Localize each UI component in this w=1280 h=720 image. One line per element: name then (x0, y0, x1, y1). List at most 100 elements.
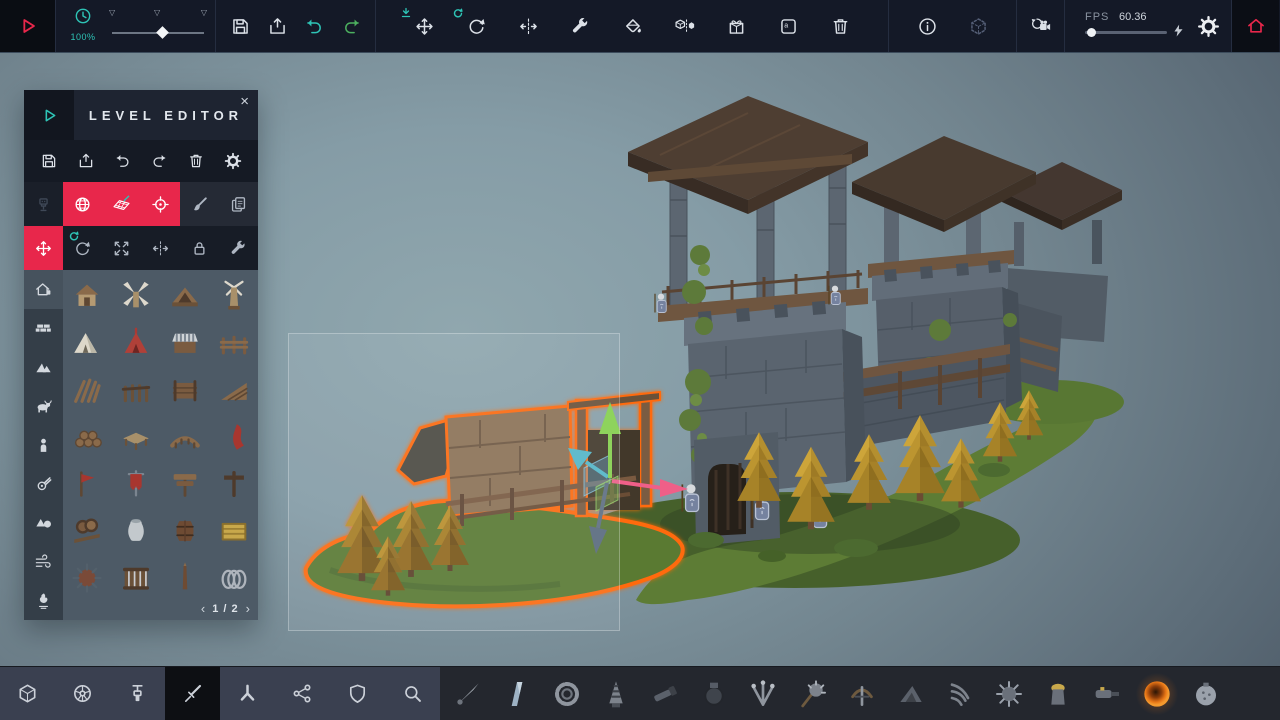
paint-tool-button[interactable] (619, 13, 645, 39)
close-button[interactable]: × (240, 94, 249, 109)
part-flamethrower[interactable] (1086, 671, 1128, 717)
category-people[interactable] (24, 426, 63, 465)
tab-spawn-mode[interactable] (141, 182, 180, 226)
tab-move-tool[interactable] (24, 226, 63, 270)
part-shrapnel-cannon[interactable] (693, 671, 735, 717)
object-thumb-skull-sign[interactable] (164, 463, 206, 505)
part-cannon[interactable] (644, 671, 686, 717)
object-thumb-wooden-hut[interactable] (164, 275, 206, 317)
selection-marquee[interactable] (288, 333, 620, 631)
tab-rotate-tool[interactable] (63, 226, 102, 270)
block-tab-mechanics[interactable] (110, 667, 165, 720)
delete-level-button[interactable] (184, 149, 208, 173)
object-thumb-barrel[interactable] (164, 510, 206, 552)
tab-paint-mode[interactable] (180, 182, 219, 226)
object-thumb-red-banner[interactable] (213, 416, 255, 458)
tab-terrain-edit-mode[interactable] (102, 182, 141, 226)
category-terrain[interactable] (24, 348, 63, 387)
object-thumb-spiked-boulder[interactable] (66, 557, 108, 599)
block-tab-weapons[interactable] (165, 667, 220, 720)
keymap-tool-button[interactable]: a (775, 13, 801, 39)
category-shapes[interactable] (24, 503, 63, 542)
settings-gear-button[interactable] (1197, 15, 1220, 38)
object-thumb-barrel-rack[interactable] (66, 510, 108, 552)
prev-page-button[interactable]: ‹ (201, 601, 205, 616)
object-thumb-metal-coil[interactable] (213, 557, 255, 599)
tab-adjust-tool[interactable] (219, 226, 258, 270)
object-thumb-wooden-cage[interactable] (115, 557, 157, 599)
tab-lock-tool[interactable] (180, 226, 219, 270)
delete-tool-button[interactable] (827, 13, 853, 39)
object-thumb-fence[interactable] (213, 322, 255, 364)
object-thumb-wood-ramp[interactable] (213, 369, 255, 411)
object-thumb-tent[interactable] (66, 322, 108, 364)
object-thumb-windmill-tower[interactable] (213, 275, 255, 317)
part-bomb[interactable] (1185, 671, 1227, 717)
next-page-button[interactable]: › (246, 601, 250, 616)
part-drill[interactable] (595, 671, 637, 717)
quality-slider[interactable] (1085, 31, 1167, 34)
info-button[interactable] (914, 13, 940, 39)
tab-world-mode[interactable] (63, 182, 102, 226)
part-plow[interactable] (890, 671, 932, 717)
object-thumb-signpost[interactable] (213, 463, 255, 505)
part-metal-claw[interactable] (939, 671, 981, 717)
tab-machine-mode[interactable] (24, 182, 63, 226)
part-fire-bomb[interactable] (1136, 671, 1178, 717)
category-effects[interactable] (24, 542, 63, 581)
ghost-machine-button[interactable] (965, 13, 991, 39)
tab-mirror-tool[interactable] (141, 226, 180, 270)
block-tab-wheels[interactable] (55, 667, 110, 720)
object-thumb-circus-tent[interactable] (115, 322, 157, 364)
rotate-tool-button[interactable] (463, 13, 489, 39)
block-tab-blocks[interactable] (0, 667, 55, 720)
translate-tool-button[interactable] (411, 13, 437, 39)
replay-camera-button[interactable] (1028, 13, 1054, 39)
gizmo-axis-x[interactable] (612, 479, 688, 497)
object-thumb-wooden-wall[interactable] (164, 369, 206, 411)
object-thumb-wooden-spikes[interactable] (66, 369, 108, 411)
category-animals[interactable] (24, 387, 63, 426)
load-machine-button[interactable] (264, 13, 290, 39)
block-tab-armour[interactable] (330, 667, 385, 720)
mirror-tool-button[interactable] (515, 13, 541, 39)
undo-level-button[interactable] (111, 149, 135, 173)
quality-slider-knob[interactable] (1087, 28, 1096, 37)
part-crossbow[interactable] (841, 671, 883, 717)
object-thumb-wooden-stake[interactable] (164, 557, 206, 599)
redo-level-button[interactable] (147, 149, 171, 173)
block-tab-search[interactable] (385, 667, 440, 720)
time-slider[interactable]: ▽ ▽ ▽ (112, 0, 204, 52)
part-grabber-claw[interactable] (742, 671, 784, 717)
object-thumb-market-stall[interactable] (164, 322, 206, 364)
category-fire[interactable] (24, 581, 63, 620)
block-tab-flight[interactable] (220, 667, 275, 720)
part-spinning-mace[interactable] (791, 671, 833, 717)
object-thumb-cottage[interactable] (66, 275, 108, 317)
save-level-button[interactable] (37, 149, 61, 173)
tab-scale-tool[interactable] (102, 226, 141, 270)
load-level-button[interactable] (74, 149, 98, 173)
category-walls[interactable] (24, 309, 63, 348)
tab-duplicate-mode[interactable] (219, 182, 258, 226)
object-thumb-post-fence[interactable] (115, 369, 157, 411)
part-circular-saw[interactable] (546, 671, 588, 717)
object-thumb-war-standard[interactable] (115, 463, 157, 505)
home-button[interactable] (1231, 0, 1279, 52)
solid-block-tool-button[interactable] (671, 13, 697, 39)
redo-button[interactable] (338, 13, 364, 39)
part-vacuum[interactable] (1037, 671, 1079, 717)
undo-button[interactable] (301, 13, 327, 39)
time-slider-knob[interactable] (156, 26, 169, 39)
object-thumb-flag[interactable] (66, 463, 108, 505)
simulate-button[interactable] (0, 0, 55, 52)
object-thumb-hay-crate[interactable] (213, 510, 255, 552)
time-scale-button[interactable]: 100% (66, 6, 100, 42)
adjust-tool-button[interactable] (567, 13, 593, 39)
category-siege[interactable] (24, 464, 63, 503)
part-spike-ball[interactable] (988, 671, 1030, 717)
part-spike[interactable] (447, 671, 489, 717)
object-thumb-log-shelter[interactable] (66, 416, 108, 458)
category-buildings[interactable] (24, 270, 63, 309)
save-machine-button[interactable] (227, 13, 253, 39)
